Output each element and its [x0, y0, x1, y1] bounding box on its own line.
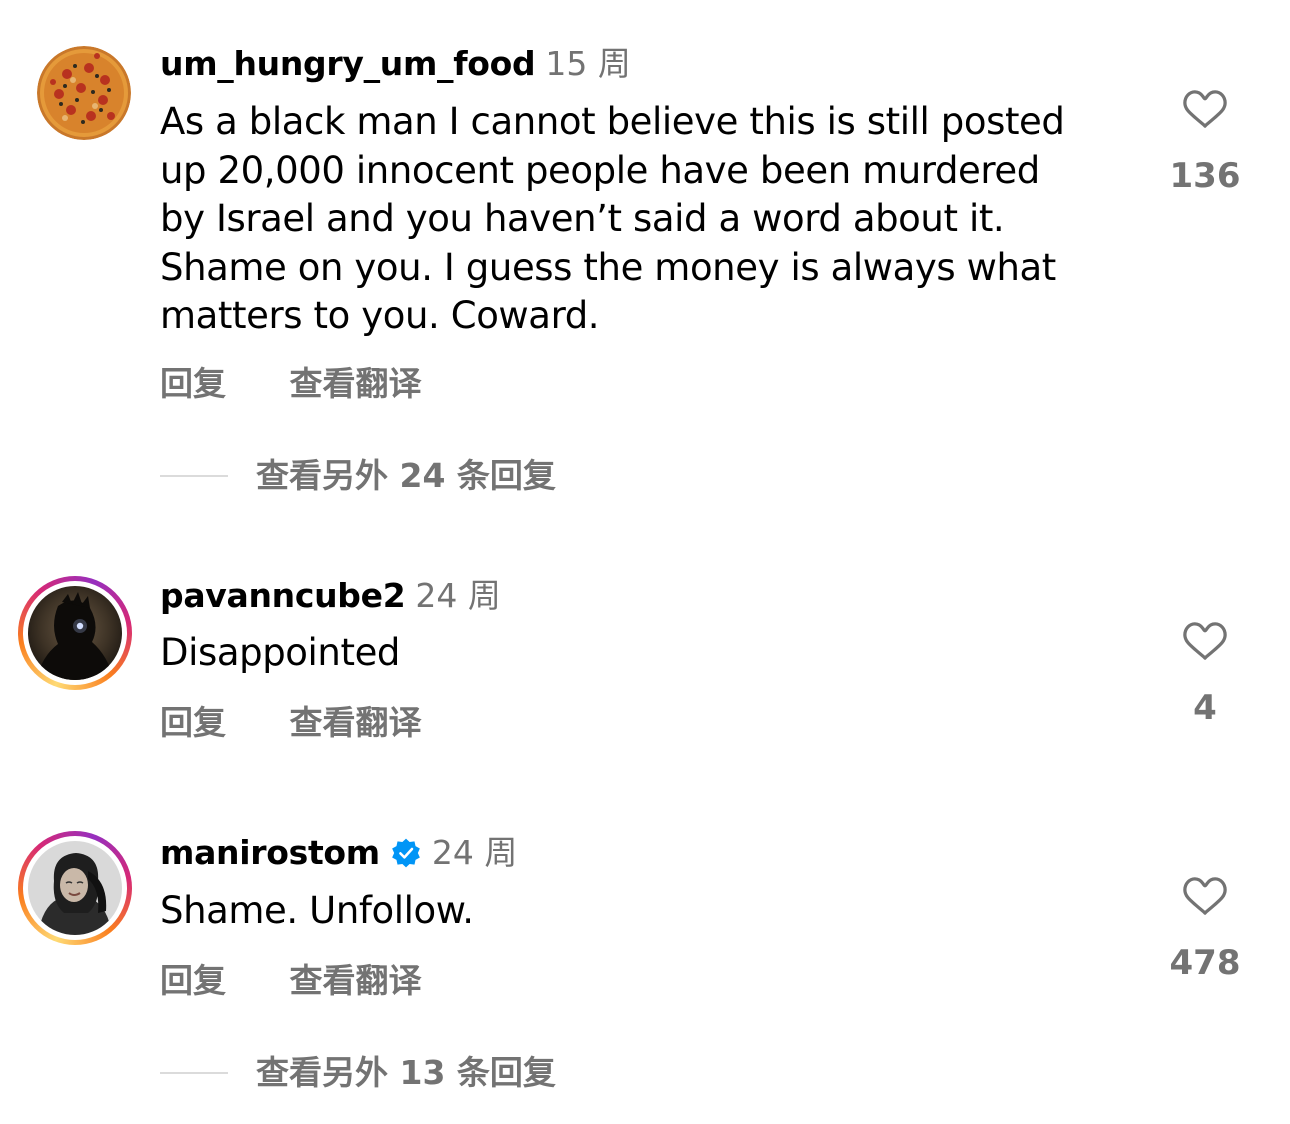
divider-line: [160, 475, 228, 477]
heart-outline-icon[interactable]: [1180, 618, 1230, 664]
comment-actions: 回复 查看翻译: [160, 703, 474, 743]
timestamp: 24 周: [415, 576, 501, 615]
reply-button[interactable]: 回复: [160, 703, 226, 742]
comment-text: Shame. Unfollow.: [160, 887, 1160, 936]
like-count: 4: [1193, 688, 1217, 728]
username[interactable]: pavanncube2: [160, 576, 406, 616]
username[interactable]: manirostom: [160, 833, 380, 873]
view-replies-button[interactable]: 查看另外 24 条回复: [160, 456, 556, 496]
avatar[interactable]: [18, 831, 132, 945]
like-control: 136: [1165, 86, 1245, 196]
comment-header: pavanncube2 24 周: [160, 576, 501, 616]
view-replies-button[interactable]: 查看另外 13 条回复: [160, 1053, 556, 1093]
heart-outline-icon[interactable]: [1180, 86, 1230, 132]
divider-line: [160, 1072, 228, 1074]
comment-text-line: matters to you. Coward.: [160, 294, 600, 337]
view-replies-label: 查看另外 24 条回复: [256, 456, 556, 495]
comment-text-line: Disappointed: [160, 631, 401, 674]
comment-actions: 回复 查看翻译: [160, 961, 474, 1001]
like-count: 478: [1169, 943, 1241, 983]
timestamp: 15 周: [545, 44, 631, 83]
like-control: 478: [1165, 873, 1245, 983]
comment-text-line: Shame on you. I guess the money is alway…: [160, 245, 1056, 289]
verified-badge-icon: [392, 838, 420, 868]
heart-outline-icon[interactable]: [1180, 873, 1230, 919]
username[interactable]: um_hungry_um_food: [160, 44, 536, 84]
comment-text-line: Shame. Unfollow.: [160, 889, 474, 932]
see-translation-button[interactable]: 查看翻译: [290, 961, 422, 1000]
see-translation-button[interactable]: 查看翻译: [290, 364, 422, 403]
comment-header: um_hungry_um_food 15 周: [160, 44, 631, 84]
like-count: 136: [1169, 156, 1241, 196]
comment-text-line: up 20,000 innocent people have been murd…: [160, 148, 1040, 192]
comment-text: As a black man I cannot believe this is …: [160, 98, 1160, 341]
comment-text-line: As a black man I cannot believe this is …: [160, 100, 1065, 143]
reply-button[interactable]: 回复: [160, 364, 226, 403]
like-control: 4: [1165, 618, 1245, 728]
avatar[interactable]: [18, 576, 132, 690]
view-replies-label: 查看另外 13 条回复: [256, 1053, 556, 1092]
comment-header: manirostom 24 周: [160, 833, 517, 873]
comment-text: Disappointed: [160, 629, 1160, 678]
comment-actions: 回复 查看翻译: [160, 364, 474, 404]
see-translation-button[interactable]: 查看翻译: [290, 703, 422, 742]
timestamp: 24 周: [431, 833, 518, 872]
reply-button[interactable]: 回复: [160, 961, 226, 1000]
avatar[interactable]: [37, 46, 131, 140]
comment-item: um_hungry_um_food 15 周 As a black man I …: [0, 0, 1290, 520]
comment-text-line: by Israel and you haven’t said a word ab…: [160, 197, 1005, 240]
